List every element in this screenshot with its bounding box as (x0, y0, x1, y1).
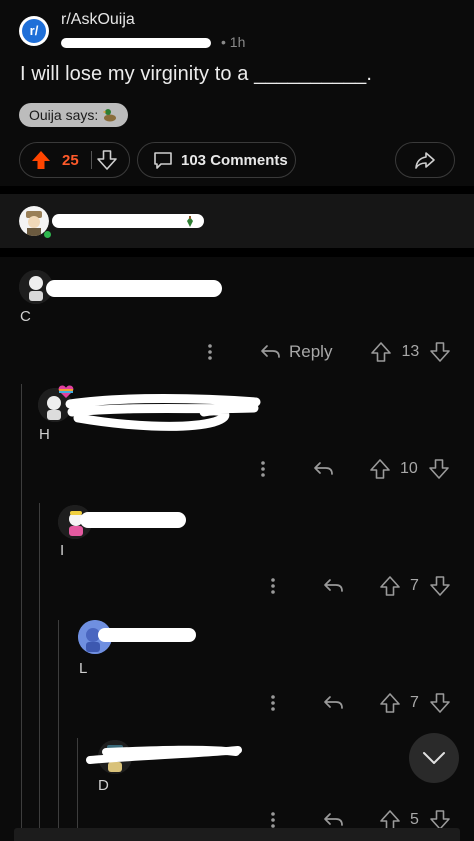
more-options-icon[interactable] (265, 574, 281, 598)
share-button[interactable] (395, 142, 455, 178)
section-divider (0, 248, 474, 257)
post-title[interactable]: I will lose my virginity to a __________… (20, 63, 372, 86)
comment-bubble-icon (152, 149, 174, 171)
reply-label: Reply (289, 342, 333, 361)
comment-action-row: Reply 13 (202, 340, 451, 364)
vote-count: 7 (410, 694, 419, 711)
upvote-icon[interactable] (30, 149, 52, 171)
downvote-icon[interactable] (429, 575, 451, 597)
reply-arrow-icon[interactable] (312, 459, 334, 479)
redaction-scribble (52, 214, 204, 228)
more-options-icon[interactable] (202, 340, 218, 364)
reply-button[interactable]: Reply (259, 342, 332, 362)
vote-count: 5 (410, 811, 419, 828)
comment-author-initial: C (20, 308, 31, 325)
online-status-dot (44, 231, 51, 238)
reply-arrow-icon[interactable] (322, 810, 344, 830)
reply-arrow-icon[interactable] (322, 576, 344, 596)
downvote-icon[interactable] (429, 692, 451, 714)
downvote-icon[interactable] (96, 149, 118, 171)
upvote-icon[interactable] (369, 458, 391, 480)
downvote-icon[interactable] (428, 458, 450, 480)
redaction-scribble (46, 280, 222, 297)
more-options-icon[interactable] (265, 691, 281, 715)
upvote-icon[interactable] (379, 692, 401, 714)
upvote-icon[interactable] (370, 341, 392, 363)
duck-emoji-icon (102, 107, 118, 123)
reply-arrow-icon (259, 342, 281, 362)
share-arrow-icon (413, 149, 437, 171)
vote-count: 7 (410, 577, 419, 594)
thread-line[interactable] (39, 503, 40, 841)
vote-count: 10 (400, 460, 418, 477)
comment-action-row: 7 (265, 691, 451, 715)
section-divider (0, 186, 474, 194)
redaction-scribble (98, 628, 196, 642)
more-options-icon[interactable] (255, 457, 271, 481)
post-flair[interactable]: Ouija says: (19, 103, 129, 127)
subreddit-icon-label: r/ (22, 19, 46, 43)
vote-control: 25 (19, 142, 130, 178)
thread-line[interactable] (21, 384, 22, 841)
thread-line[interactable] (77, 738, 78, 841)
comment-author-initial: I (60, 542, 65, 559)
comment-author-initial: L (79, 660, 88, 677)
award-icon (185, 216, 195, 228)
post-time: • 1h (221, 34, 246, 50)
vote-count: 25 (62, 151, 79, 169)
comment-action-row: 7 (265, 574, 451, 598)
upvote-icon[interactable] (379, 575, 401, 597)
comments-count: 103 Comments (181, 151, 288, 169)
vote-count: 13 (401, 343, 420, 360)
comment-author-initial: H (39, 426, 50, 443)
redaction-scribble (80, 512, 186, 528)
redaction-scribble (65, 394, 261, 431)
downvote-icon[interactable] (429, 341, 451, 363)
subreddit-icon[interactable]: r/ (19, 16, 49, 46)
reply-arrow-icon[interactable] (322, 693, 344, 713)
chevron-down-icon (422, 751, 446, 765)
comments-button[interactable]: 103 Comments (137, 142, 296, 178)
flair-label: Ouija says: (29, 107, 99, 123)
comment-action-row: 10 (255, 457, 450, 481)
subreddit-name[interactable]: r/AskOuija (61, 11, 135, 29)
bottom-bar (14, 828, 460, 841)
next-comment-button[interactable] (409, 733, 459, 783)
redaction-scribble (86, 745, 242, 764)
comment-author-initial: D (98, 777, 109, 794)
redaction-scribble (61, 38, 211, 48)
vote-divider (90, 151, 92, 169)
thread-line[interactable] (58, 620, 59, 841)
